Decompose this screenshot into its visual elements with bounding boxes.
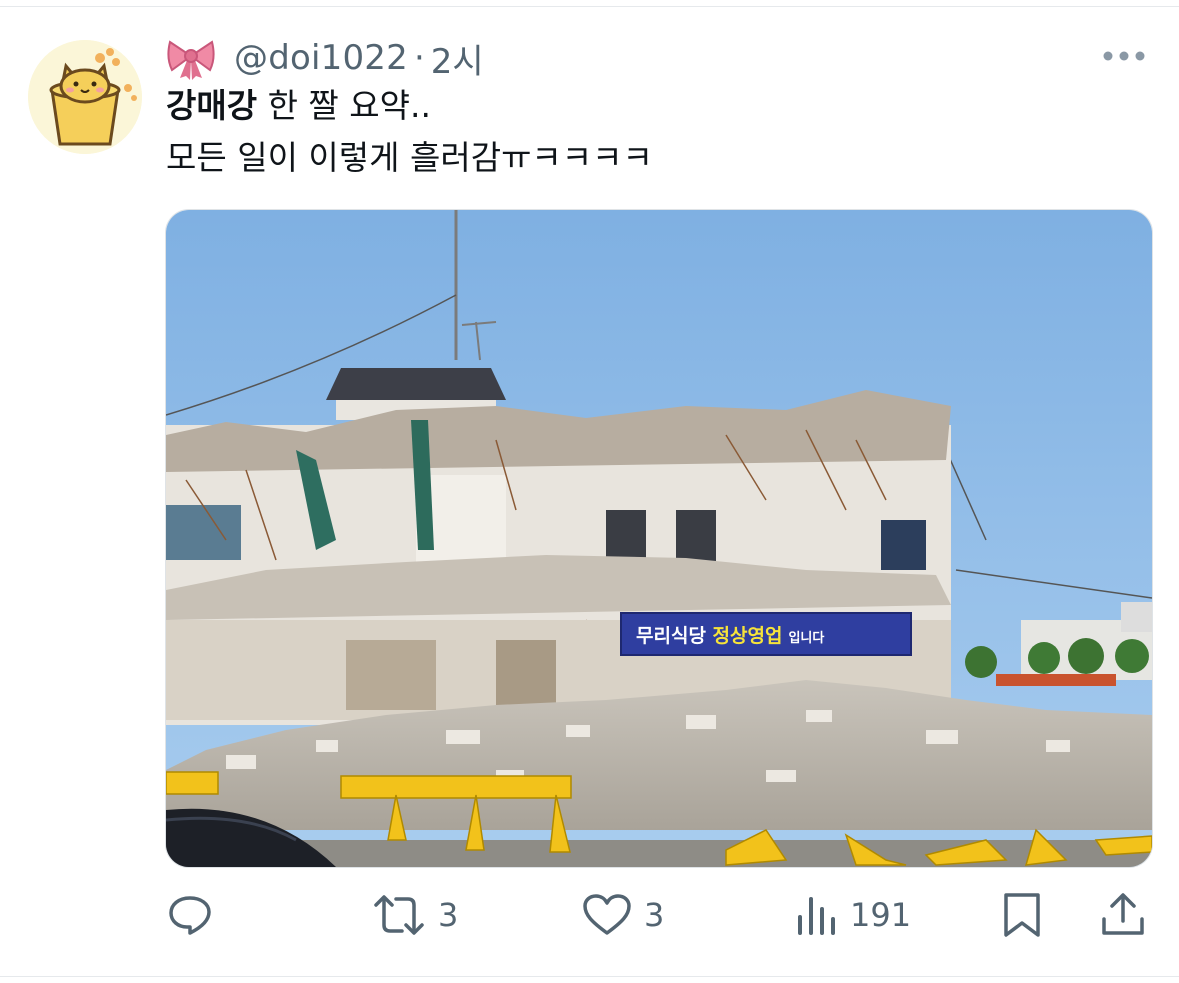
demolished-building-photo: 무리식당 정상영업 입니다 [166, 210, 1152, 867]
tweet-text-line-1: 강매강 한 짤 요약.. [166, 84, 431, 128]
tweet-timestamp[interactable]: 2시 [431, 34, 484, 83]
bottom-divider [0, 976, 1179, 977]
like-button[interactable]: 3 [582, 884, 664, 946]
header-separator: · [413, 38, 425, 78]
tweet-media-photo[interactable]: 무리식당 정상영업 입니다 [165, 209, 1153, 868]
tweet-text-bold: 강매강 [166, 86, 258, 125]
heart-icon [583, 894, 631, 935]
share-upload-icon [1102, 893, 1144, 935]
retweet-count: 3 [438, 896, 459, 934]
reply-icon [169, 896, 211, 935]
avatar[interactable] [28, 40, 142, 154]
shop-banner: 무리식당 정상영업 입니다 [620, 612, 912, 656]
retweet-button[interactable]: 3 [372, 884, 458, 946]
tweet-text-line-1-rest: 한 짤 요약.. [257, 86, 431, 125]
reply-button[interactable] [166, 884, 226, 946]
bookmark-icon [1004, 893, 1040, 937]
share-button[interactable] [1100, 884, 1146, 946]
cat-in-bucket-avatar-image [28, 40, 142, 154]
like-count: 3 [644, 896, 665, 934]
views-bar-chart-icon [798, 897, 835, 935]
tweet-action-bar: 3 3 191 [0, 884, 1179, 946]
bookmark-button[interactable] [1000, 884, 1044, 946]
retweet-icon [374, 895, 424, 935]
views-count: 191 [850, 896, 912, 934]
ribbon-bow-icon [167, 40, 215, 80]
more-options-icon[interactable] [1100, 44, 1148, 68]
tweet-text-line-2: 모든 일이 이렇게 흘러감ㅠㅋㅋㅋㅋ [166, 138, 653, 177]
views-button[interactable]: 191 [794, 884, 911, 946]
tweet-header: @doi1022 · 2시 [166, 34, 484, 83]
user-handle[interactable]: @doi1022 [234, 38, 408, 78]
top-divider [0, 6, 1179, 7]
